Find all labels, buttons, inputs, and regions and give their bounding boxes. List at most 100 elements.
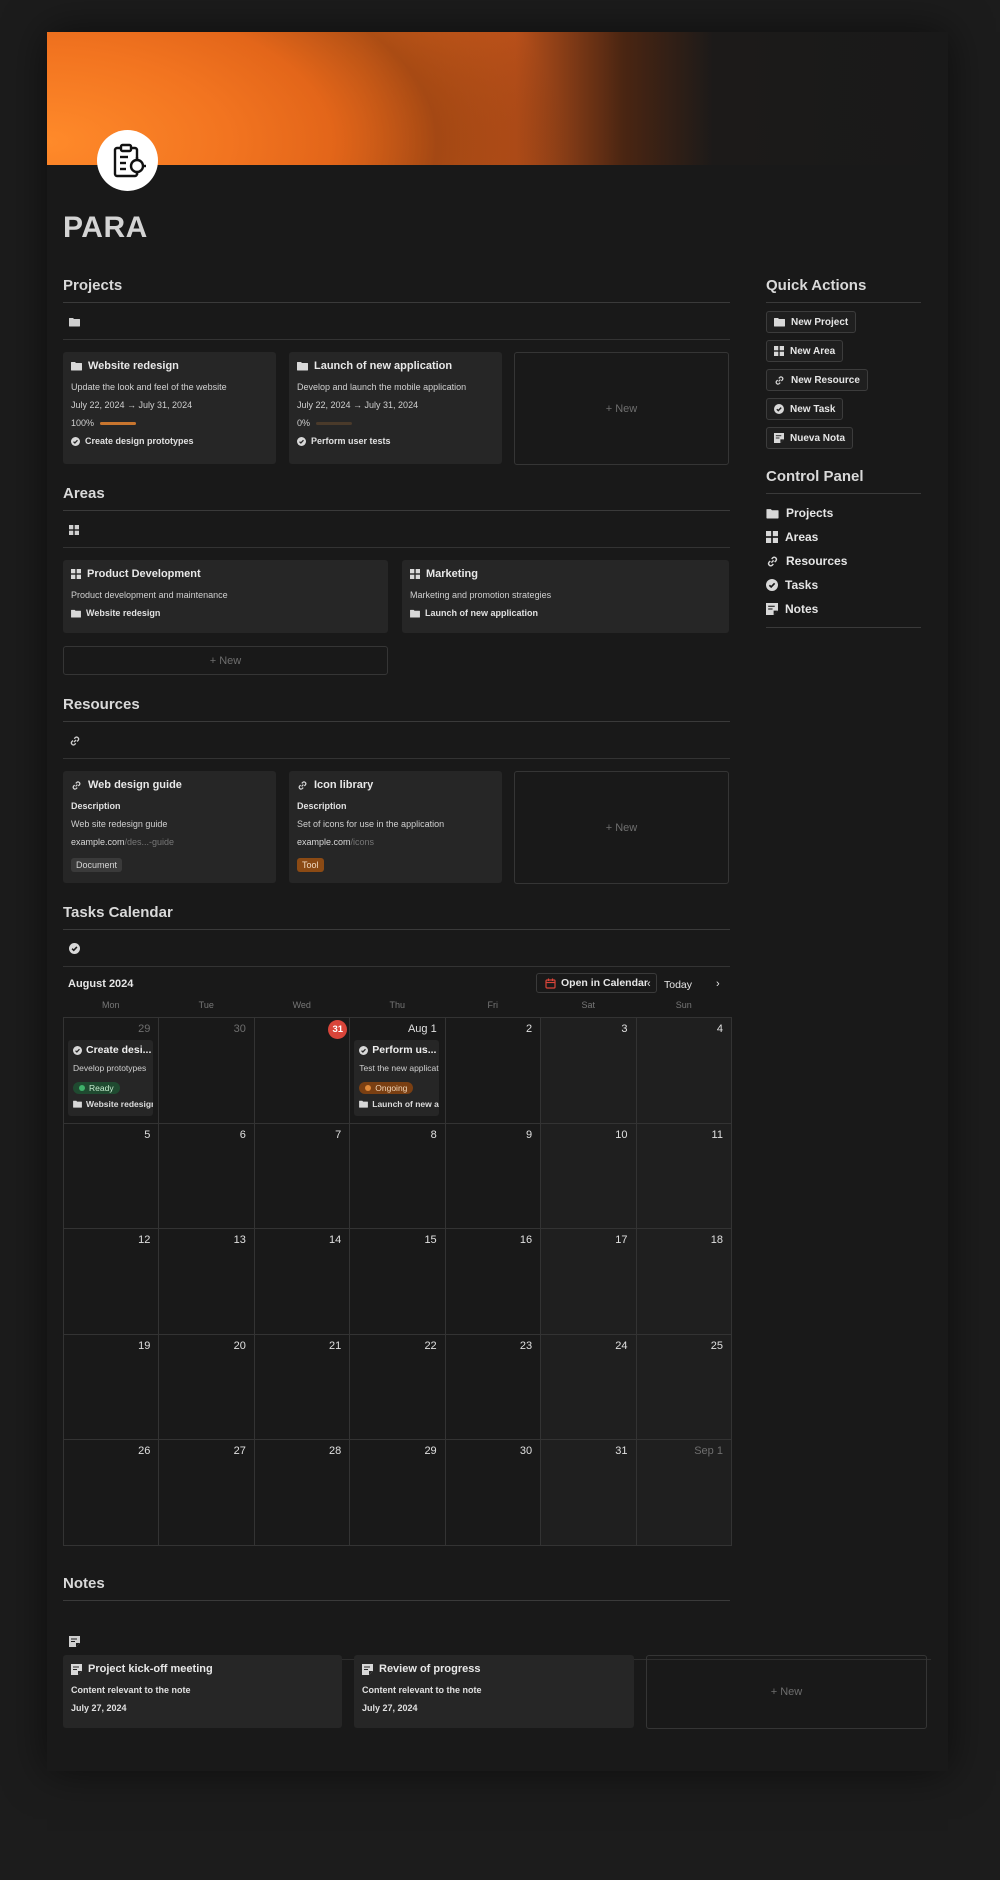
control-panel-tasks-link[interactable]: Tasks [766, 573, 921, 597]
note-icon[interactable] [69, 1636, 80, 1647]
calendar-icon [545, 978, 556, 989]
areas-view-bar[interactable] [63, 512, 730, 548]
calendar-day[interactable]: 10 [541, 1123, 637, 1229]
calendar-day[interactable]: 22 [350, 1334, 446, 1440]
projects-view-bar[interactable] [63, 304, 730, 340]
project-dates: July 22, 2024 → July 31, 2024 [297, 400, 419, 410]
new-resource-button[interactable]: + New [514, 771, 729, 884]
project-title: Website redesign [88, 360, 179, 372]
note-card[interactable]: Review of progress Content relevant to t… [354, 1655, 634, 1728]
calendar-day[interactable]: Sep 1 [636, 1440, 732, 1546]
area-card[interactable]: Marketing Marketing and promotion strate… [402, 560, 729, 633]
calendar-day[interactable]: 8 [350, 1123, 446, 1229]
control-panel-areas-link[interactable]: Areas [766, 525, 921, 549]
chevron-right-icon[interactable]: › [716, 978, 720, 990]
tasks-calendar-heading[interactable]: Tasks Calendar [63, 904, 730, 930]
new-area-quick-button[interactable]: New Area [766, 340, 844, 362]
resource-url[interactable]: example.com/icons [297, 837, 494, 847]
resource-description-label: Description [297, 801, 347, 811]
calendar-day[interactable]: 6 [159, 1123, 255, 1229]
calendar-day[interactable]: 2 [445, 1018, 542, 1124]
calendar-day[interactable]: 11 [636, 1123, 732, 1229]
note-card[interactable]: Project kick-off meeting Content relevan… [63, 1655, 342, 1728]
resource-description: Web site redesign guide [71, 819, 168, 829]
calendar-day[interactable]: 13 [159, 1229, 255, 1335]
clipboard-icon[interactable] [97, 130, 158, 191]
cover-image[interactable] [47, 32, 948, 165]
calendar-day[interactable]: 18 [636, 1229, 732, 1335]
calendar-event[interactable]: Perform us... Test the new application O… [354, 1040, 440, 1116]
project-task[interactable]: Perform user tests [311, 436, 391, 446]
resource-url[interactable]: example.com/des...-guide [71, 837, 268, 847]
calendar-day[interactable]: 21 [254, 1334, 351, 1440]
calendar-day[interactable]: 23 [445, 1334, 542, 1440]
project-card[interactable]: Launch of new application Develop and la… [289, 352, 502, 464]
control-panel-resources-link[interactable]: Resources [766, 549, 921, 573]
calendar-day[interactable]: 3 [541, 1018, 637, 1124]
event-project[interactable]: Launch of new app [372, 1099, 439, 1109]
calendar-day[interactable]: 27 [159, 1440, 255, 1546]
calendar-day[interactable]: 15 [350, 1229, 446, 1335]
calendar-grid: 29 Create desi... Develop prototypes Rea… [63, 1017, 732, 1546]
check-circle-icon[interactable] [69, 943, 80, 954]
folder-icon [410, 609, 420, 618]
event-title: Perform us... [372, 1044, 437, 1056]
new-area-button[interactable]: + New [63, 646, 388, 675]
calendar-day-today[interactable]: 31 [254, 1018, 351, 1124]
calendar-day[interactable]: 26 [64, 1440, 160, 1546]
calendar-day[interactable]: 24 [541, 1334, 637, 1440]
notes-heading[interactable]: Notes [63, 1575, 730, 1601]
folder-icon[interactable] [69, 317, 80, 327]
event-project[interactable]: Website redesign [86, 1099, 153, 1109]
calendar-day[interactable]: 19 [64, 1334, 160, 1440]
calendar-day[interactable]: 14 [254, 1229, 351, 1335]
note-title: Review of progress [379, 1663, 481, 1675]
today-button[interactable]: Today [664, 979, 692, 991]
resource-card[interactable]: Web design guide Description Web site re… [63, 771, 276, 883]
folder-icon [774, 317, 785, 327]
calendar-day[interactable]: 12 [64, 1229, 160, 1335]
project-card[interactable]: Website redesign Update the look and fee… [63, 352, 276, 464]
calendar-day[interactable]: 9 [445, 1123, 542, 1229]
calendar-day[interactable]: 28 [254, 1440, 351, 1546]
link-icon[interactable] [69, 735, 81, 747]
calendar-day[interactable]: 20 [159, 1334, 255, 1440]
resource-card[interactable]: Icon library Description Set of icons fo… [289, 771, 502, 883]
resources-heading[interactable]: Resources [63, 696, 730, 722]
calendar-day[interactable]: 17 [541, 1229, 637, 1335]
chevron-left-icon[interactable]: ‹ [647, 978, 651, 990]
area-card[interactable]: Product Development Product development … [63, 560, 388, 633]
new-note-quick-button[interactable]: Nueva Nota [766, 427, 854, 449]
calendar-day[interactable]: Aug 1 Perform us... Test the new applica… [350, 1018, 446, 1124]
calendar-day[interactable]: 7 [254, 1123, 351, 1229]
new-note-button[interactable]: + New [646, 1655, 927, 1729]
calendar-event[interactable]: Create desi... Develop prototypes Ready … [68, 1040, 153, 1116]
area-project[interactable]: Launch of new application [425, 608, 538, 618]
calendar-day[interactable]: 29 Create desi... Develop prototypes Rea… [64, 1018, 160, 1124]
area-project[interactable]: Website redesign [86, 608, 160, 618]
new-resource-quick-button[interactable]: New Resource [766, 369, 868, 391]
areas-heading[interactable]: Areas [63, 485, 730, 511]
calendar-day[interactable]: 29 [350, 1440, 446, 1546]
calendar-day[interactable]: 4 [636, 1018, 732, 1124]
grid-icon[interactable] [69, 524, 79, 535]
projects-heading[interactable]: Projects [63, 277, 730, 303]
control-panel-projects-link[interactable]: Projects [766, 501, 921, 525]
calendar-day[interactable]: 5 [64, 1123, 160, 1229]
control-panel-notes-link[interactable]: Notes [766, 597, 921, 621]
calendar-day[interactable]: 16 [445, 1229, 542, 1335]
area-title: Product Development [87, 568, 201, 580]
new-task-quick-button[interactable]: New Task [766, 398, 844, 420]
calendar-day[interactable]: 25 [636, 1334, 732, 1440]
calendar-day[interactable]: 31 [541, 1440, 637, 1546]
project-task[interactable]: Create design prototypes [85, 436, 194, 446]
calendar-view-bar[interactable] [63, 931, 730, 967]
new-project-button[interactable]: + New [514, 352, 729, 465]
resources-view-bar[interactable] [63, 723, 730, 759]
calendar-day[interactable]: 30 [445, 1440, 542, 1546]
new-project-quick-button[interactable]: New Project [766, 311, 857, 333]
control-panel-heading: Control Panel [766, 468, 921, 494]
open-in-calendar-button[interactable]: Open in Calendar [536, 973, 657, 993]
calendar-day[interactable]: 30 [159, 1018, 255, 1124]
folder-icon [71, 609, 81, 618]
